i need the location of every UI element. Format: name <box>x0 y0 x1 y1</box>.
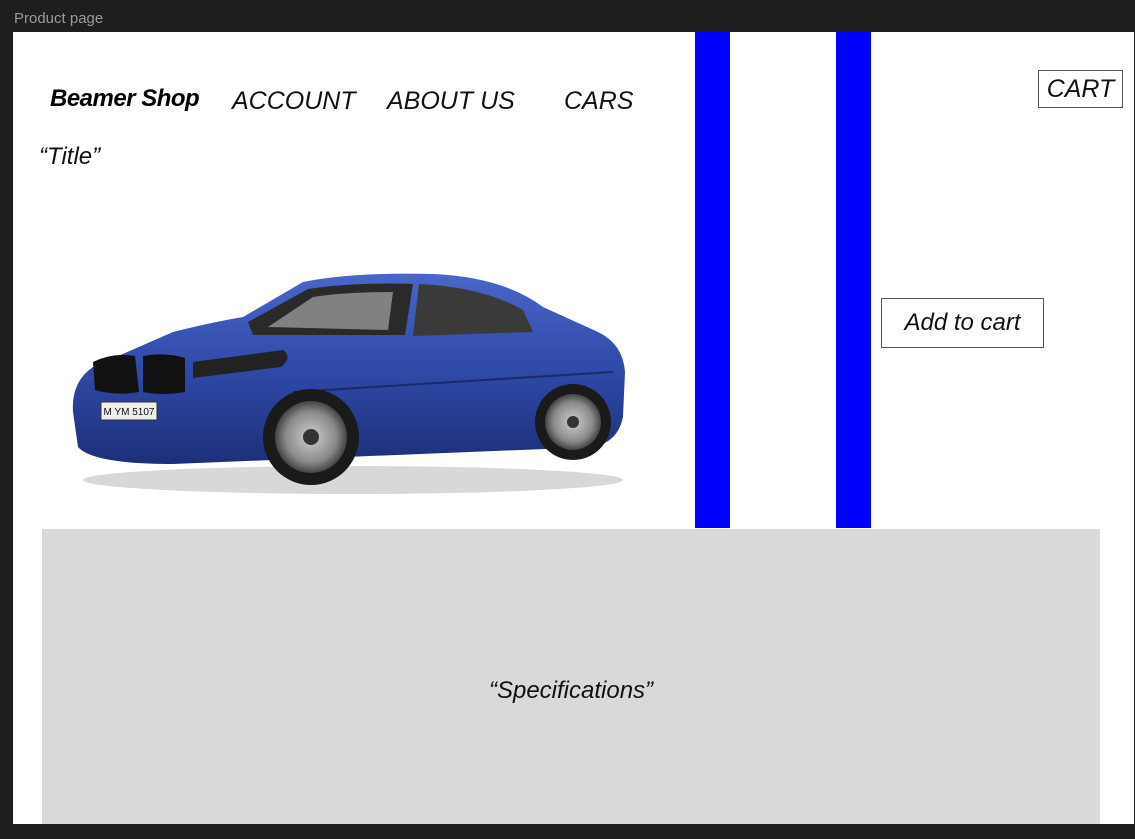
car-image: M YM 5107 <box>72 273 626 494</box>
brand-logo[interactable]: Beamer Shop <box>50 85 200 113</box>
specifications-panel: “Specifications” <box>42 529 1100 824</box>
blue-stripe-left <box>695 32 730 528</box>
cart-button[interactable]: CART <box>1038 70 1123 108</box>
product-page-frame: Beamer Shop ACCOUNT ABOUT US CARS “Title… <box>13 32 1134 824</box>
blue-stripe-right <box>836 32 871 528</box>
nav-about-us[interactable]: ABOUT US <box>387 87 515 116</box>
license-plate-text: M YM 5107 <box>104 407 155 418</box>
nav-account[interactable]: ACCOUNT <box>232 87 356 116</box>
product-title: “Title” <box>39 143 101 170</box>
nav-cars[interactable]: CARS <box>564 87 633 116</box>
add-to-cart-button[interactable]: Add to cart <box>881 298 1044 348</box>
specifications-label: “Specifications” <box>488 677 654 704</box>
frame-label: Product page <box>14 10 104 27</box>
